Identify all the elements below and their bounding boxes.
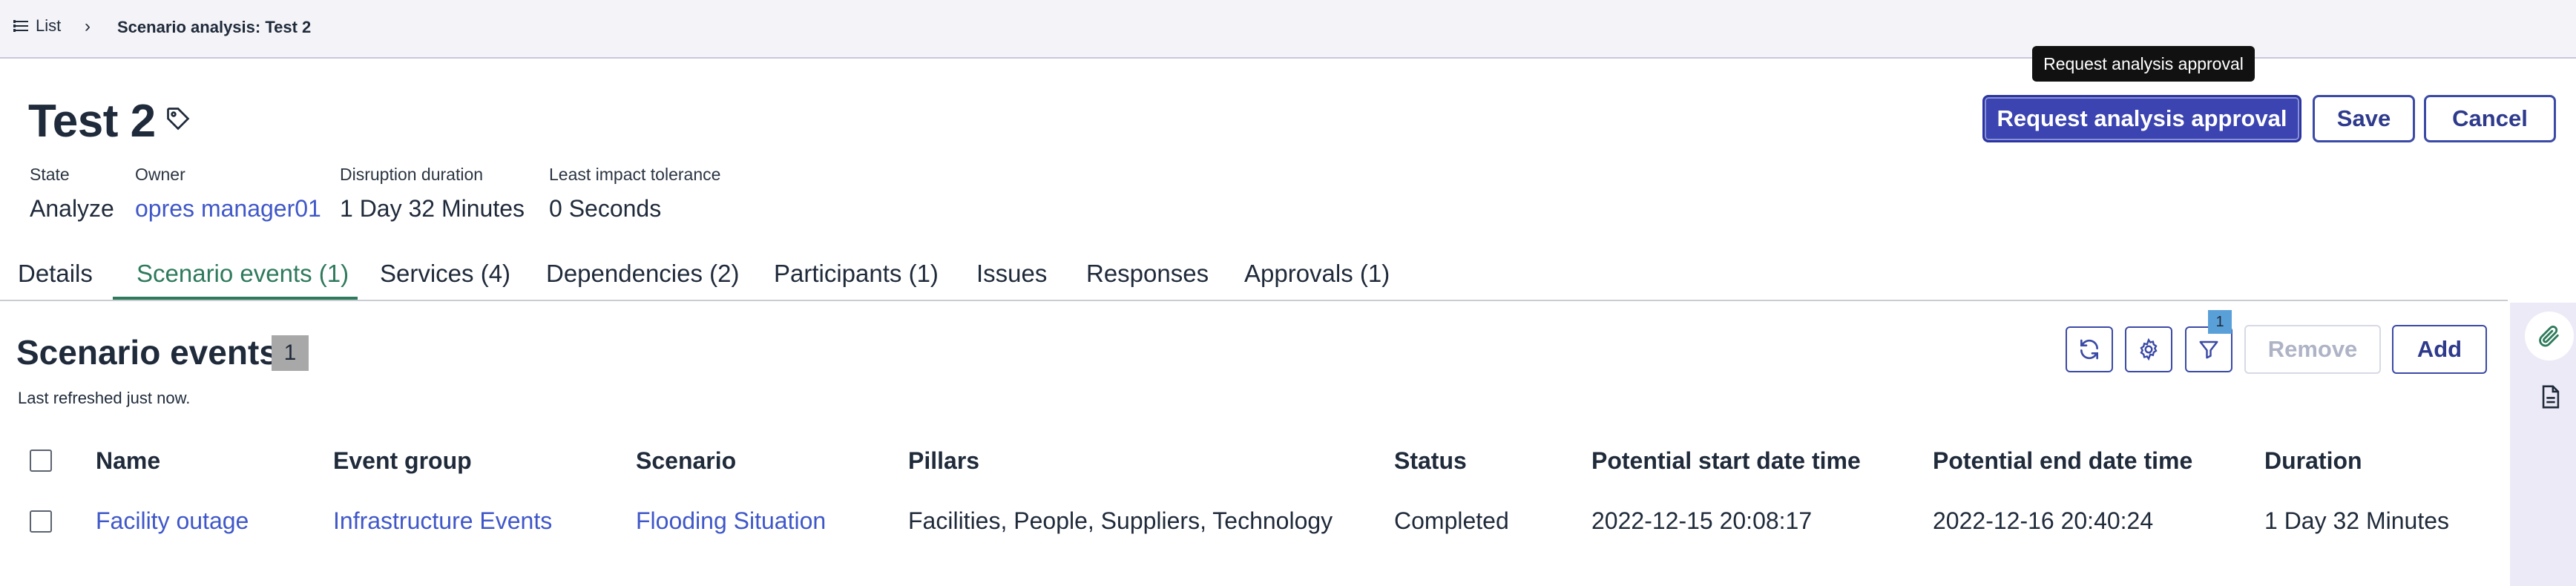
right-rail — [2510, 303, 2576, 586]
meta-disruption-duration: Disruption duration 1 Day 32 Minutes — [340, 165, 525, 223]
select-all-checkbox[interactable] — [30, 450, 52, 472]
meta-value: 1 Day 32 Minutes — [340, 195, 525, 222]
breadcrumb-current: Scenario analysis: Test 2 — [117, 18, 312, 36]
remove-button[interactable]: Remove — [2244, 325, 2381, 374]
tab-participants[interactable]: Participants (1) — [774, 260, 939, 288]
gear-icon — [2140, 338, 2158, 361]
column-header-start[interactable]: Potential start date time — [1591, 447, 1861, 475]
column-header-end[interactable]: Potential end date time — [1933, 447, 2192, 475]
breadcrumb-list-link[interactable]: List — [13, 16, 61, 36]
paperclip-icon — [2539, 326, 2559, 347]
meta-owner: Owner opres manager01 — [135, 165, 321, 223]
chevron-right-icon: › — [85, 16, 91, 36]
meta-label: State — [30, 165, 70, 184]
section-title: Scenario events — [16, 333, 278, 372]
tab-details[interactable]: Details — [18, 260, 93, 288]
owner-link[interactable]: opres manager01 — [135, 195, 321, 223]
column-header-scenario[interactable]: Scenario — [636, 447, 736, 475]
start-datetime-cell: 2022-12-15 20:08:17 — [1591, 507, 1813, 534]
attachment-button[interactable] — [2525, 312, 2574, 361]
meta-label: Disruption duration — [340, 165, 484, 184]
count-badge: 1 — [272, 335, 309, 371]
tab-bar: Details Scenario events (1) Services (4)… — [0, 246, 2508, 301]
tab-approvals[interactable]: Approvals (1) — [1244, 260, 1390, 288]
column-header-duration[interactable]: Duration — [2264, 447, 2362, 475]
meta-value: 0 Seconds — [549, 195, 662, 222]
settings-button[interactable] — [2125, 326, 2172, 372]
list-icon — [13, 20, 28, 32]
tab-dependencies[interactable]: Dependencies (2) — [546, 260, 740, 288]
column-header-status[interactable]: Status — [1394, 447, 1467, 475]
active-tab-indicator — [113, 297, 358, 300]
breadcrumb-list-label: List — [36, 16, 62, 35]
request-approval-button[interactable]: Request analysis approval — [1982, 95, 2301, 142]
request-approval-tooltip: Request analysis approval — [2032, 46, 2255, 82]
row-checkbox[interactable] — [30, 510, 52, 533]
status-cell: Completed — [1394, 507, 1509, 534]
refresh-icon — [2080, 339, 2098, 360]
tab-services[interactable]: Services (4) — [380, 260, 510, 288]
save-button[interactable]: Save — [2313, 95, 2415, 142]
cancel-button[interactable]: Cancel — [2424, 95, 2556, 142]
end-datetime-cell: 2022-12-16 20:40:24 — [1933, 507, 2154, 534]
add-button[interactable]: Add — [2392, 325, 2487, 374]
tag-icon[interactable] — [165, 105, 191, 132]
tab-scenario-events[interactable]: Scenario events (1) — [137, 260, 349, 288]
meta-least-impact-tolerance: Least impact tolerance 0 Seconds — [549, 165, 720, 223]
tab-responses[interactable]: Responses — [1086, 260, 1209, 288]
meta-label: Owner — [135, 165, 185, 184]
event-name-link[interactable]: Facility outage — [96, 507, 249, 535]
page-title: Test 2 — [28, 96, 156, 147]
scenario-link[interactable]: Flooding Situation — [636, 507, 826, 535]
meta-value: Analyze — [30, 195, 114, 222]
meta-state: State Analyze — [30, 165, 114, 223]
pillars-cell: Facilities, People, Suppliers, Technolog… — [908, 507, 1333, 534]
document-icon[interactable] — [2540, 384, 2562, 409]
last-refreshed-text: Last refreshed just now. — [18, 389, 191, 407]
refresh-button[interactable] — [2066, 326, 2113, 372]
event-group-link[interactable]: Infrastructure Events — [333, 507, 552, 535]
filter-icon — [2199, 340, 2218, 359]
tab-issues[interactable]: Issues — [976, 260, 1047, 288]
meta-label: Least impact tolerance — [549, 165, 721, 184]
duration-cell: 1 Day 32 Minutes — [2264, 507, 2450, 534]
filter-count-badge: 1 — [2208, 310, 2232, 334]
column-header-pillars[interactable]: Pillars — [908, 447, 979, 475]
column-header-event-group[interactable]: Event group — [333, 447, 472, 475]
column-header-name[interactable]: Name — [96, 447, 160, 475]
